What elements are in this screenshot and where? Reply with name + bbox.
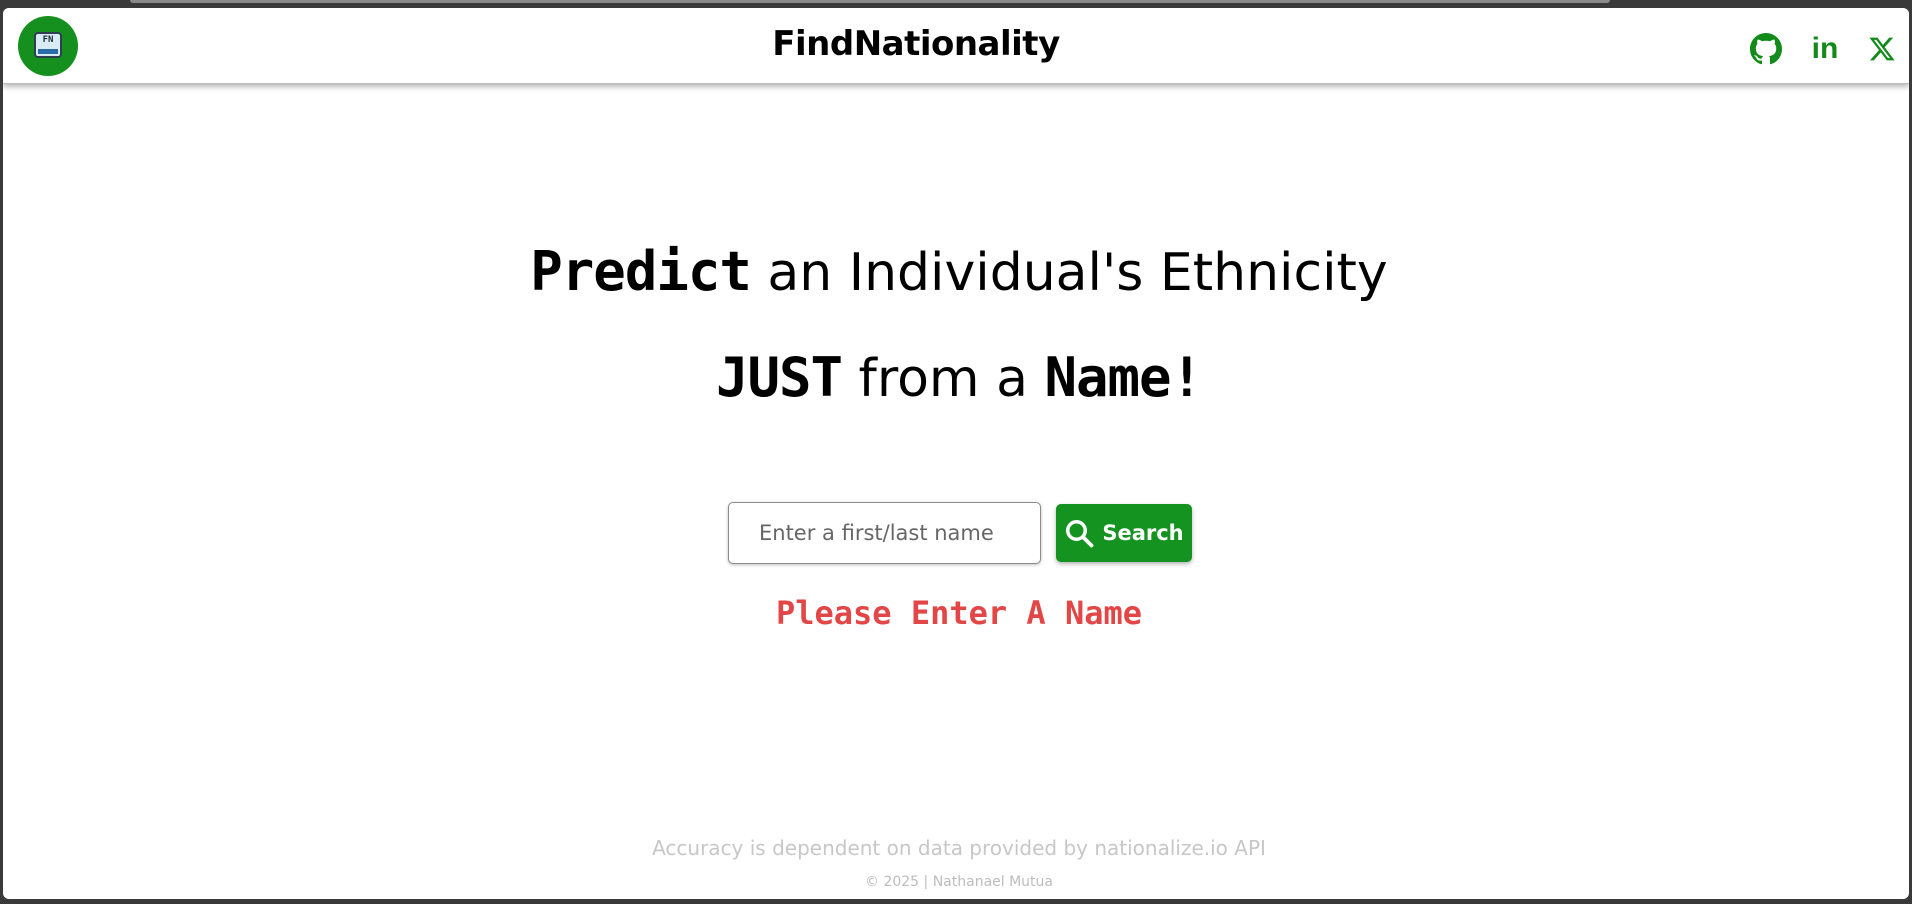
linkedin-link[interactable]: in — [1808, 32, 1842, 66]
headline-emphasis-name: Name! — [1044, 346, 1203, 409]
github-icon — [1750, 33, 1782, 65]
window-top-strip — [130, 0, 1610, 3]
github-link[interactable] — [1749, 32, 1783, 66]
error-message: Please Enter A Name — [775, 594, 1143, 632]
headline-emphasis-predict: Predict — [530, 240, 752, 303]
browser-viewport: FN FindNationality in Predict an Individ… — [3, 8, 1909, 899]
footer-copyright: © 2025 | Nathanael Mutua — [865, 874, 1053, 890]
x-icon — [1869, 37, 1895, 61]
name-search-input[interactable] — [728, 502, 1041, 564]
headline-text: from a — [842, 349, 1045, 409]
search-button-label: Search — [1102, 521, 1184, 545]
brand-title: FindNationality — [772, 24, 1060, 64]
linkedin-icon: in — [1811, 32, 1839, 65]
x-link[interactable] — [1865, 32, 1899, 66]
headline-text: an Individual's Ethnicity — [750, 243, 1388, 303]
footer-accuracy-note: Accuracy is dependent on data provided b… — [652, 836, 1266, 860]
navbar: FN FindNationality in — [3, 8, 1909, 84]
search-button[interactable]: Search — [1056, 504, 1192, 562]
headline-emphasis-just: JUST — [715, 346, 843, 409]
headline-line-1: Predict an Individual's Ethnicity — [3, 240, 1909, 303]
search-icon — [1066, 520, 1094, 548]
headline-line-2: JUST from a Name! — [3, 346, 1909, 409]
